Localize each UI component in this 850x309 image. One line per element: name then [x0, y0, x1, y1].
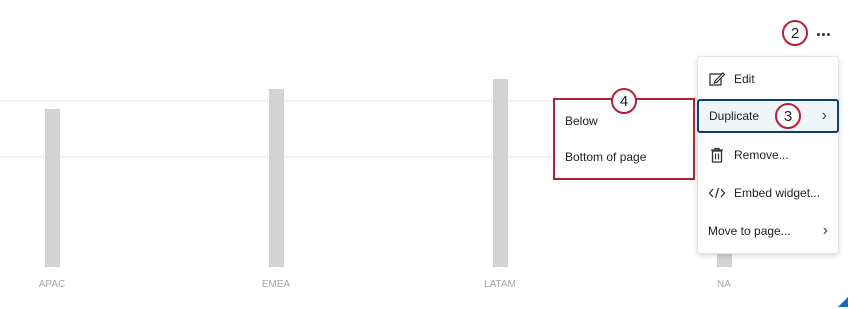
bar-latam [493, 79, 508, 267]
menu-item-label: Duplicate [709, 109, 760, 123]
menu-item-label: Move to page... [708, 224, 791, 238]
x-tick-label: APAC [38, 279, 66, 290]
widget-options-menu: Edit Duplicate › Remove... Embed widget.… [697, 56, 839, 254]
callout-badge-3: 3 [775, 103, 801, 129]
submenu-item-bottom-of-page[interactable]: Bottom of page [555, 140, 693, 174]
callout-badge-4: 4 [611, 88, 637, 114]
edit-icon [708, 70, 726, 88]
chevron-right-icon: › [822, 222, 828, 239]
menu-item-label: Remove... [734, 148, 789, 162]
bar-emea [269, 89, 284, 267]
menu-item-edit[interactable]: Edit [698, 62, 838, 96]
ellipsis-dot [826, 32, 830, 36]
menu-item-remove[interactable]: Remove... [698, 138, 838, 172]
bar-apac [45, 109, 60, 267]
ellipsis-dot [821, 32, 825, 36]
menu-item-label: Embed widget... [734, 186, 821, 200]
menu-item-embed-widget[interactable]: Embed widget... [698, 176, 838, 210]
ellipsis-dot [816, 32, 820, 36]
code-icon [708, 184, 726, 202]
callout-badge-2: 2 [782, 20, 808, 46]
more-options-button[interactable] [812, 26, 834, 42]
menu-item-label: Edit [734, 72, 755, 86]
x-tick-label: EMEA [261, 279, 291, 290]
trash-icon [708, 146, 726, 164]
menu-item-duplicate[interactable]: Duplicate › [697, 99, 839, 133]
resize-handle[interactable] [838, 297, 848, 307]
x-tick-label: NA [717, 279, 731, 290]
menu-item-move-to-page[interactable]: Move to page... › [698, 214, 838, 248]
x-tick-label: LATAM [484, 279, 516, 290]
chevron-right-icon: › [821, 107, 827, 124]
